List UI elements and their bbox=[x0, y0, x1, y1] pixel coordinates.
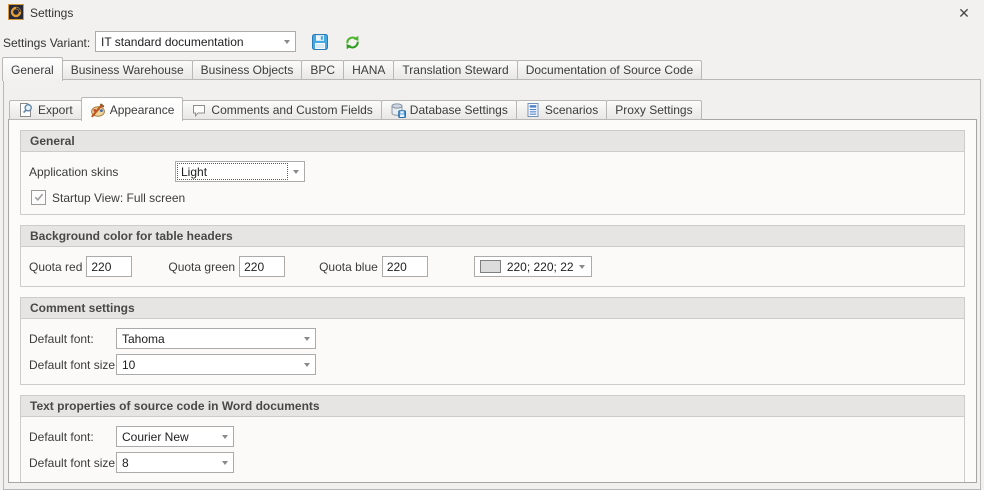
settings-variant-value: IT standard documentation bbox=[96, 35, 278, 49]
comment-default-font-size-label: Default font size: bbox=[29, 358, 116, 372]
tab-export[interactable]: Export bbox=[9, 100, 82, 120]
group-source-code-text-header: Text properties of source code in Word d… bbox=[21, 396, 964, 417]
tab-documentation-of-source-code[interactable]: Documentation of Source Code bbox=[517, 60, 702, 80]
comments-icon bbox=[191, 102, 207, 118]
chevron-down-icon[interactable] bbox=[298, 329, 315, 348]
tab-business-warehouse[interactable]: Business Warehouse bbox=[62, 60, 193, 80]
main-tab-bar: General Business Warehouse Business Obje… bbox=[2, 56, 701, 80]
source-default-font-size-combobox[interactable]: 8 bbox=[116, 452, 234, 473]
tab-comments-and-custom-fields[interactable]: Comments and Custom Fields bbox=[182, 100, 381, 120]
tab-hana[interactable]: HANA bbox=[343, 60, 394, 80]
tab-general[interactable]: General bbox=[2, 57, 63, 81]
settings-variant-label: Settings Variant: bbox=[3, 36, 90, 50]
group-comment-settings: Comment settings Default font: Tahoma De… bbox=[20, 297, 965, 385]
comment-default-font-size-combobox[interactable]: 10 bbox=[116, 354, 316, 375]
save-button[interactable] bbox=[309, 31, 331, 53]
group-source-code-text: Text properties of source code in Word d… bbox=[20, 395, 965, 483]
tab-proxy-settings[interactable]: Proxy Settings bbox=[606, 100, 701, 120]
chevron-down-icon[interactable] bbox=[287, 162, 304, 181]
scenarios-icon bbox=[525, 102, 541, 118]
refresh-icon bbox=[344, 34, 361, 51]
application-skins-label: Application skins bbox=[29, 165, 175, 179]
save-icon bbox=[311, 33, 329, 51]
header-color-combobox[interactable]: 220; 220; 220 bbox=[474, 256, 592, 277]
group-general: General Application skins Light Startup … bbox=[20, 130, 965, 215]
quota-green-input[interactable] bbox=[239, 256, 285, 277]
group-background-color-header: Background color for table headers bbox=[21, 226, 964, 247]
application-skins-combobox[interactable]: Light bbox=[175, 161, 305, 182]
group-comment-settings-header: Comment settings bbox=[21, 298, 964, 319]
comment-default-font-value: Tahoma bbox=[117, 332, 298, 346]
quota-blue-label: Quota blue bbox=[319, 260, 378, 274]
group-general-header: General bbox=[21, 131, 964, 152]
settings-sub-tab-bar: Export Appearance Comments and Custom Fi… bbox=[9, 96, 701, 120]
group-background-color: Background color for table headers Quota… bbox=[20, 225, 965, 287]
quota-green-label: Quota green bbox=[168, 260, 235, 274]
appearance-tab-page: General Application skins Light Startup … bbox=[8, 119, 977, 483]
chevron-down-icon[interactable] bbox=[216, 453, 233, 472]
tab-business-objects[interactable]: Business Objects bbox=[192, 60, 303, 80]
tab-scenarios[interactable]: Scenarios bbox=[516, 100, 607, 120]
settings-variant-combobox[interactable]: IT standard documentation bbox=[95, 31, 296, 52]
export-icon bbox=[18, 102, 34, 118]
app-icon bbox=[8, 4, 24, 20]
source-default-font-combobox[interactable]: Courier New bbox=[116, 426, 234, 447]
chevron-down-icon[interactable] bbox=[298, 355, 315, 374]
database-icon bbox=[390, 102, 406, 118]
comment-default-font-size-value: 10 bbox=[117, 358, 298, 372]
comment-default-font-label: Default font: bbox=[29, 332, 116, 346]
source-default-font-size-label: Default font size: bbox=[29, 456, 116, 470]
startup-fullscreen-label: Startup View: Full screen bbox=[52, 191, 185, 205]
source-default-font-label: Default font: bbox=[29, 430, 116, 444]
quota-red-input[interactable] bbox=[86, 256, 132, 277]
color-swatch bbox=[480, 260, 501, 273]
tab-bpc[interactable]: BPC bbox=[301, 60, 344, 80]
startup-fullscreen-checkbox[interactable] bbox=[31, 190, 46, 205]
refresh-button[interactable] bbox=[341, 31, 363, 53]
tab-database-settings[interactable]: Database Settings bbox=[381, 100, 517, 120]
chevron-down-icon[interactable] bbox=[278, 32, 295, 51]
window-title: Settings bbox=[30, 6, 73, 20]
title-bar: Settings ✕ bbox=[0, 0, 984, 26]
header-color-value: 220; 220; 220 bbox=[507, 260, 574, 274]
quota-blue-input[interactable] bbox=[382, 256, 428, 277]
check-icon bbox=[34, 193, 44, 202]
quota-red-label: Quota red bbox=[29, 260, 82, 274]
source-default-font-size-value: 8 bbox=[117, 456, 216, 470]
chevron-down-icon[interactable] bbox=[216, 427, 233, 446]
application-skins-value: Light bbox=[176, 165, 287, 179]
tab-appearance[interactable]: Appearance bbox=[81, 97, 184, 121]
appearance-icon bbox=[90, 102, 106, 118]
close-button[interactable]: ✕ bbox=[954, 3, 974, 23]
chevron-down-icon[interactable] bbox=[574, 257, 591, 276]
comment-default-font-combobox[interactable]: Tahoma bbox=[116, 328, 316, 349]
tab-translation-steward[interactable]: Translation Steward bbox=[393, 60, 517, 80]
source-default-font-value: Courier New bbox=[117, 430, 216, 444]
